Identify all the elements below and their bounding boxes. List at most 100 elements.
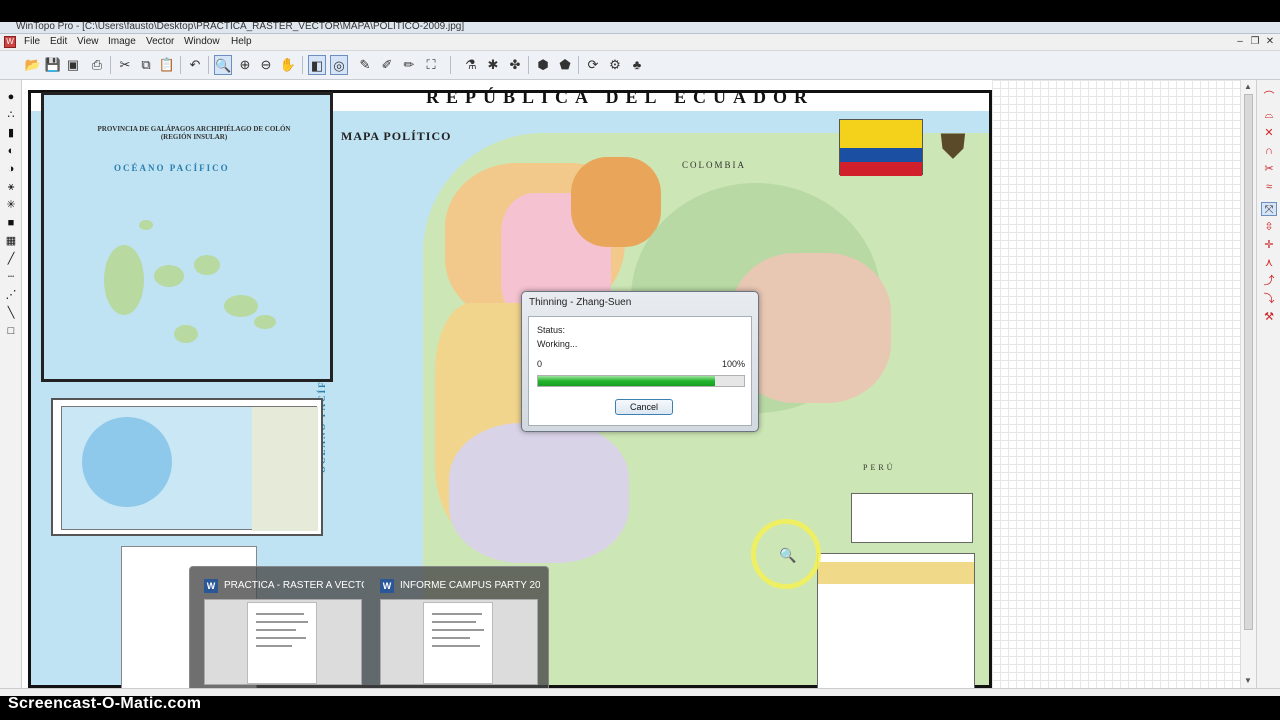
select-raster-icon[interactable]: ◧ <box>308 55 326 75</box>
thumbnail-title: PRACTICA - RASTER A VECTOR... <box>224 580 364 591</box>
node-break-icon[interactable]: ≈ <box>1261 180 1277 194</box>
save-vector-icon[interactable]: ▣ <box>64 55 82 75</box>
zoom-in-icon[interactable]: ⊕ <box>236 55 254 75</box>
fill-icon[interactable]: ◑ <box>4 162 18 176</box>
undo-icon[interactable]: ↶ <box>186 55 204 75</box>
crop-icon[interactable]: ⛶ <box>422 55 440 75</box>
settings-icon[interactable]: ⚙ <box>606 55 624 75</box>
dialog-body: Status: Working... 0 100% Cancel <box>528 316 752 426</box>
dash-line-icon[interactable]: ┄ <box>4 270 18 284</box>
palette-icon[interactable]: ▦ <box>4 234 18 248</box>
arc-icon[interactable]: ⌓ <box>1261 108 1277 122</box>
extend-icon[interactable]: ⤴ <box>1261 274 1277 288</box>
bezier-icon[interactable]: ∩ <box>1261 144 1277 158</box>
wand-icon[interactable]: ⚹ <box>4 180 18 194</box>
progress-min-label: 0 <box>537 359 543 369</box>
menu-bar: W File Edit View Image Vector Window Hel… <box>0 34 1280 51</box>
app-window: WinTopo Pro - [C:\Users\fausto\Desktop\P… <box>0 0 1280 720</box>
app-icon[interactable]: W <box>4 36 16 48</box>
menu-vector[interactable]: Vector <box>146 36 174 47</box>
thinning-dialog: Thinning - Zhang-Suen Status: Working...… <box>521 291 759 432</box>
close-icon[interactable]: ✕ <box>1264 36 1276 47</box>
dialog-title: Thinning - Zhang-Suen <box>529 297 632 308</box>
copy-icon[interactable]: ⧉ <box>137 55 155 75</box>
draw-line-icon[interactable]: ✐ <box>378 55 396 75</box>
scroll-down-icon[interactable]: ▼ <box>1244 676 1252 685</box>
status-label: Status: <box>537 325 566 335</box>
menu-edit[interactable]: Edit <box>50 36 67 47</box>
filter-icon[interactable]: ⚗ <box>462 55 480 75</box>
title-bar: WinTopo Pro - [C:\Users\fausto\Desktop\P… <box>0 21 1280 34</box>
thumbnail-title: INFORME CAMPUS PARTY 2013... <box>400 580 540 591</box>
color-icon[interactable]: ■ <box>4 216 18 230</box>
map-province <box>571 157 661 247</box>
menu-help[interactable]: Help <box>231 36 252 47</box>
galapagos-ocean-label: OCÉANO PACÍFICO <box>114 163 230 173</box>
cut-icon[interactable]: ✂ <box>116 55 134 75</box>
trim-icon[interactable]: ⤵ <box>1261 292 1277 306</box>
snap-icon[interactable]: ⋏ <box>1261 256 1277 270</box>
vectorize-icon[interactable]: ⬢ <box>534 55 552 75</box>
cross-node-icon[interactable]: ✕ <box>1261 126 1277 140</box>
island <box>154 265 184 287</box>
island <box>224 295 258 317</box>
map-subtitle: MAPA POLÍTICO <box>341 129 452 143</box>
zoom-out-icon[interactable]: ⊖ <box>257 55 275 75</box>
right-toolbox: ⌒ ⌓ ✕ ∩ ✂ ≈ ⤧ ⇳ ✛ ⋏ ⤴ ⤵ ⚒ <box>1256 80 1280 688</box>
progress-max-label: 100% <box>722 359 746 369</box>
menu-file[interactable]: File <box>24 36 40 47</box>
node-delete-icon[interactable]: ✂ <box>1261 162 1277 176</box>
join-icon[interactable]: ⤧ <box>1261 202 1277 216</box>
map-title: REPÚBLICA DEL ECUADOR <box>426 87 815 107</box>
sparkle-icon[interactable]: ✳ <box>4 198 18 212</box>
brush-icon[interactable]: ● <box>4 90 18 104</box>
scroll-thumb[interactable] <box>1244 94 1253 630</box>
threshold-icon[interactable]: ✱ <box>484 55 502 75</box>
dots-icon[interactable]: ∴ <box>4 108 18 122</box>
map-province <box>449 423 629 563</box>
split-icon[interactable]: ⇳ <box>1261 220 1277 234</box>
vertical-scrollbar[interactable]: ▲ ▼ <box>1240 80 1256 688</box>
line-tool-icon[interactable]: ╱ <box>4 252 18 266</box>
taskbar-thumbnail[interactable]: W PRACTICA - RASTER A VECTOR... <box>198 575 366 687</box>
menu-window[interactable]: Window <box>184 36 220 47</box>
cancel-button[interactable]: Cancel <box>615 399 673 415</box>
dotted-line-icon[interactable]: ⋰ <box>4 288 18 302</box>
thinning-icon[interactable]: ✤ <box>506 55 524 75</box>
restore-icon[interactable]: ❐ <box>1249 36 1261 47</box>
edit-shape-icon[interactable]: ✏ <box>400 55 418 75</box>
watermark: Screencast-O-Matic.com <box>8 695 202 712</box>
canvas-grid <box>992 80 1240 688</box>
galapagos-inset: PROVINCIA DE GALÁPAGOS ARCHIPIÉLAGO DE C… <box>41 92 333 382</box>
thick-line-icon[interactable]: ╲ <box>4 306 18 320</box>
open-icon[interactable]: 📂 <box>24 55 42 75</box>
minimize-icon[interactable]: – <box>1234 36 1246 47</box>
island <box>139 220 153 230</box>
polyline-icon[interactable]: ⬟ <box>556 55 574 75</box>
curve-icon[interactable]: ⌒ <box>1261 90 1277 104</box>
pencil-icon[interactable]: ✎ <box>356 55 374 75</box>
rect-select-icon[interactable]: ▮ <box>4 126 18 140</box>
zoom-icon[interactable]: 🔍 <box>214 55 232 75</box>
print-icon[interactable]: ⎙ <box>88 55 106 75</box>
scroll-up-icon[interactable]: ▲ <box>1244 82 1252 91</box>
paste-icon[interactable]: 📋 <box>158 55 176 75</box>
island <box>104 245 144 315</box>
menu-image[interactable]: Image <box>108 36 136 47</box>
tree-icon[interactable]: ♣ <box>628 55 646 75</box>
smooth-icon[interactable]: ⟳ <box>584 55 602 75</box>
taskbar-thumbnail[interactable]: W INFORME CAMPUS PARTY 2013... <box>374 575 542 687</box>
half-circle-icon[interactable]: ◐ <box>4 144 18 158</box>
save-icon[interactable]: 💾 <box>44 55 62 75</box>
menu-view[interactable]: View <box>77 36 99 47</box>
plus-node-icon[interactable]: ✛ <box>1261 238 1277 252</box>
window-title: WinTopo Pro - [C:\Users\fausto\Desktop\P… <box>16 21 465 32</box>
progress-fill <box>538 376 716 386</box>
taskbar-preview: W PRACTICA - RASTER A VECTOR... W INFORM… <box>189 566 549 694</box>
select-vector-icon[interactable]: ◎ <box>330 55 348 75</box>
tool-icon[interactable]: ⚒ <box>1261 310 1277 324</box>
pan-hand-icon[interactable]: ✋ <box>279 55 297 75</box>
island <box>194 255 220 275</box>
island <box>254 315 276 329</box>
rectangle-icon[interactable]: □ <box>4 324 18 338</box>
